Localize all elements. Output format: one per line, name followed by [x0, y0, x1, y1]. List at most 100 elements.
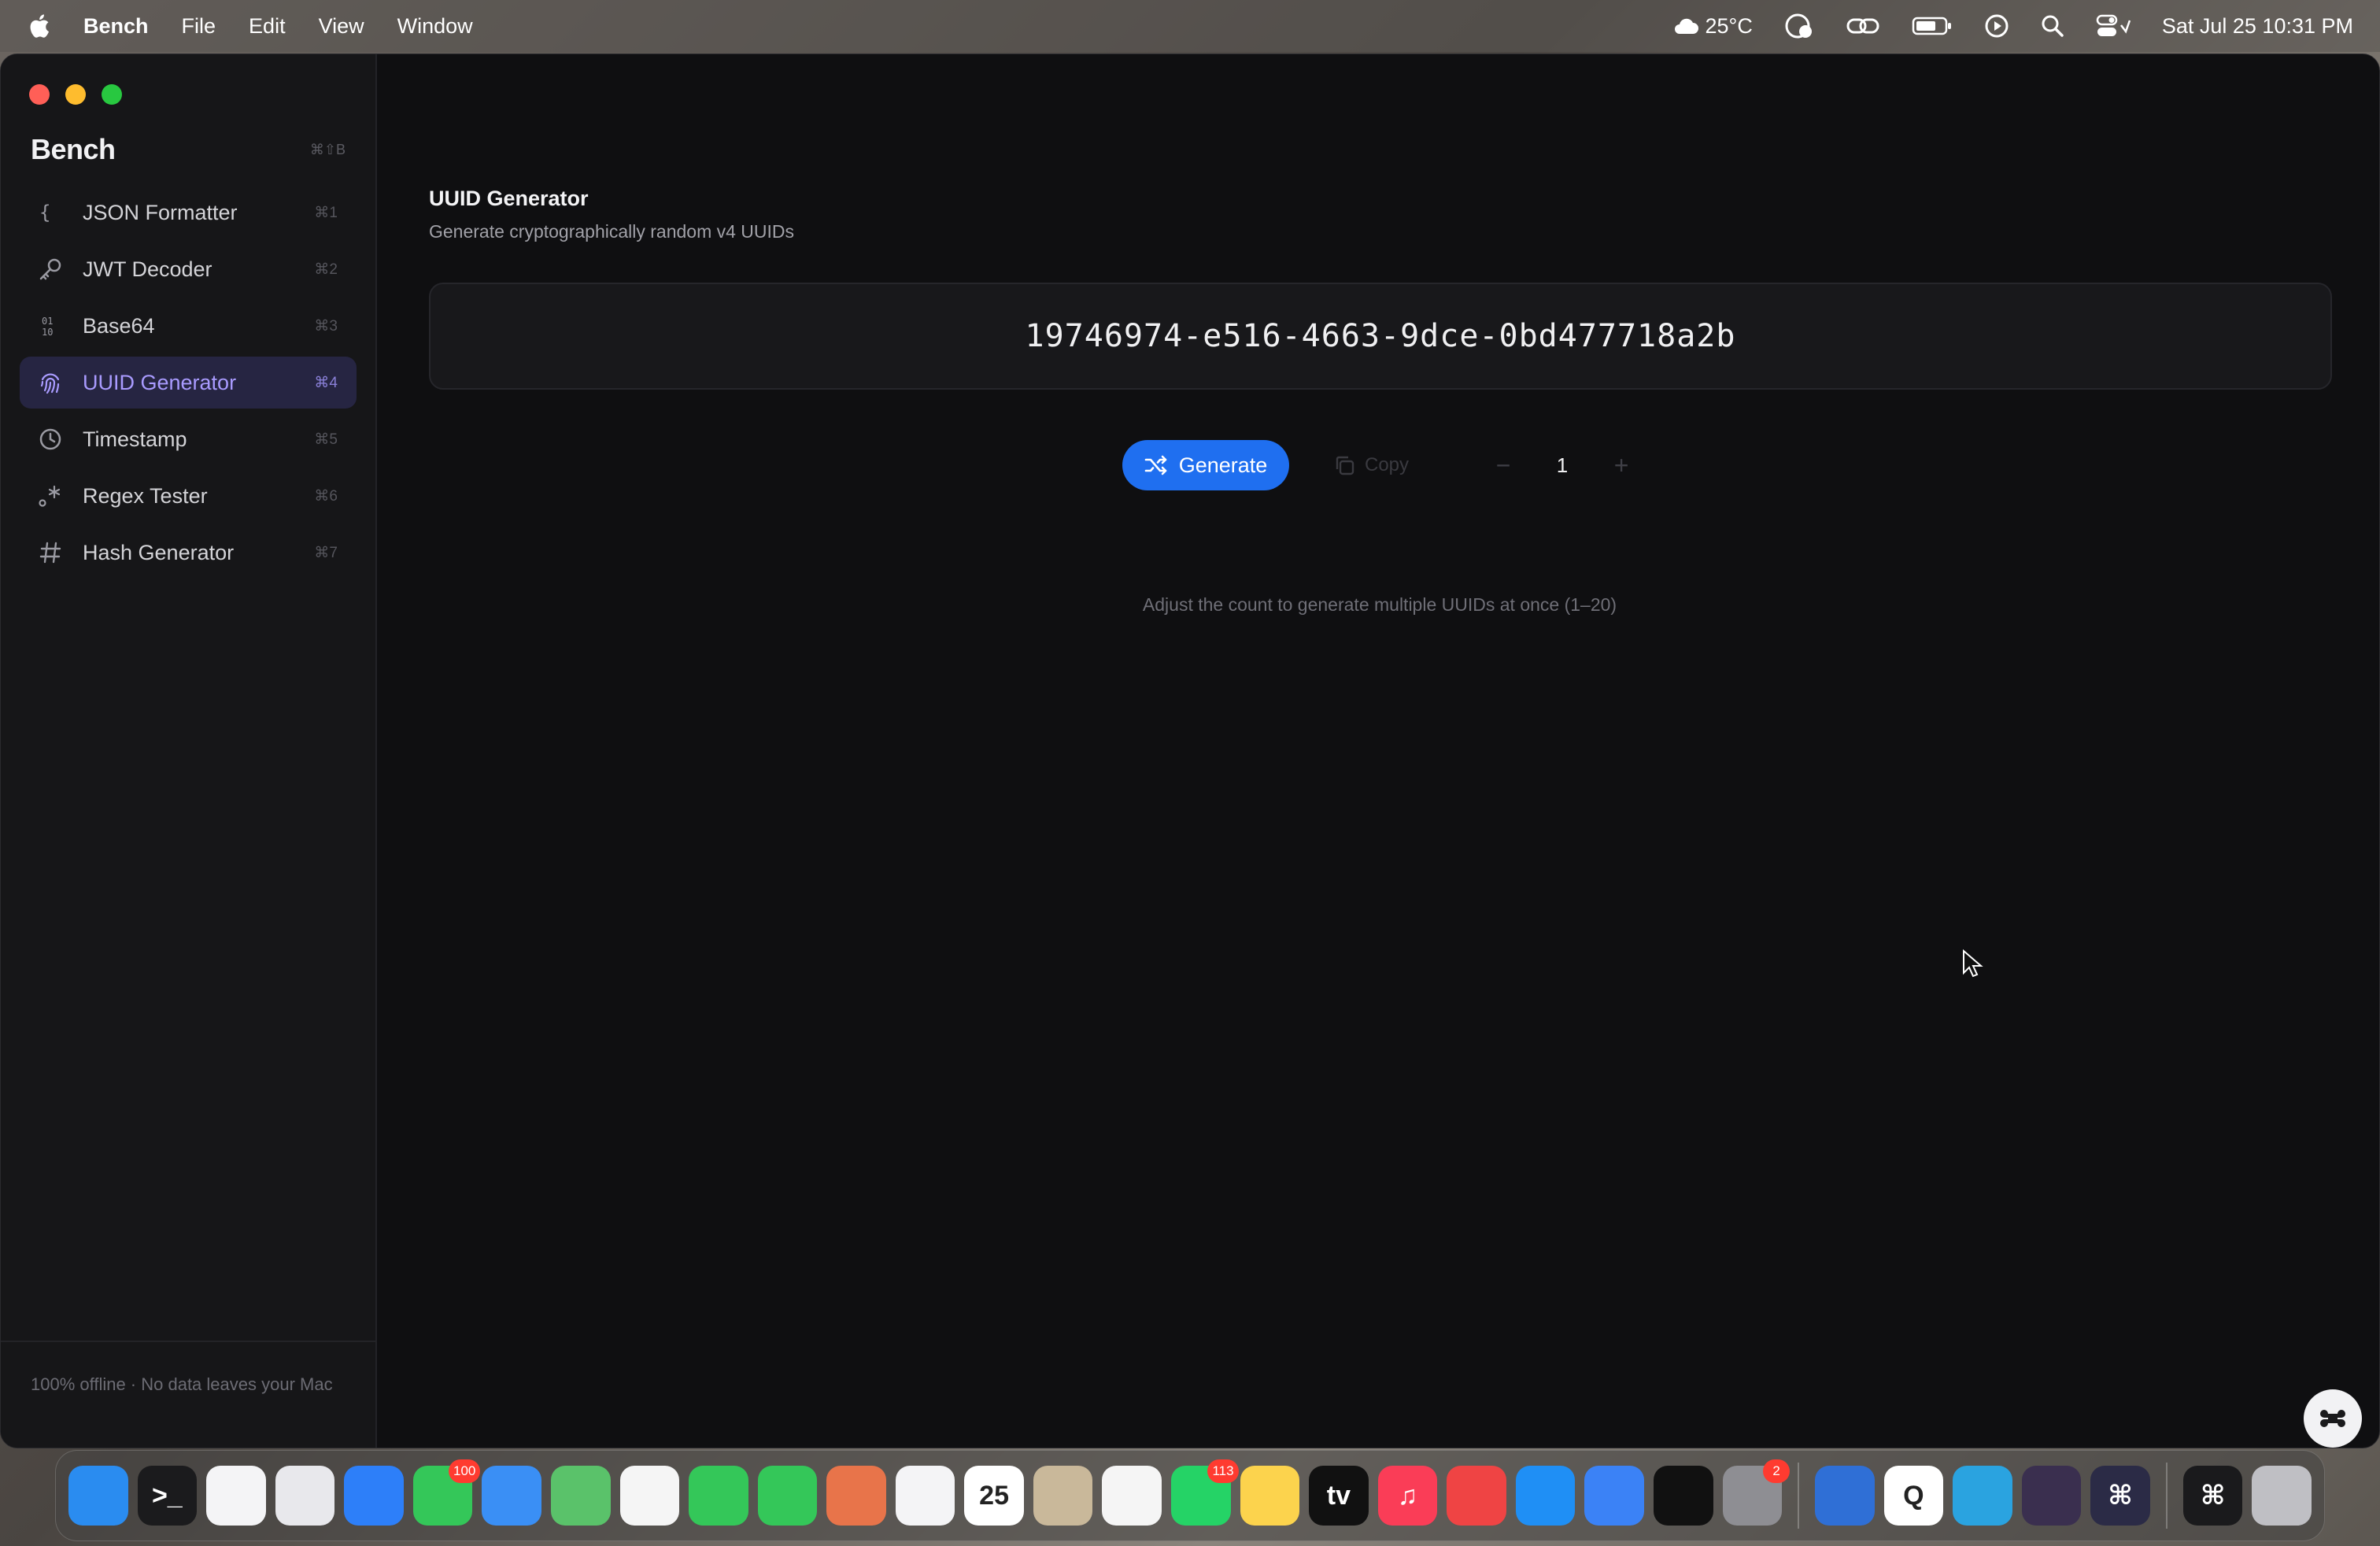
menu-edit[interactable]: Edit — [249, 14, 286, 39]
vpn-icon[interactable] — [1784, 13, 1814, 39]
decrement-button[interactable]: − — [1488, 451, 1519, 480]
messages-icon[interactable]: 100 — [412, 1459, 481, 1526]
window-controls — [29, 84, 138, 105]
dock: >_ 100 25 113 tv ♫ 2 Q ⌘ ⌘ — [55, 1450, 2325, 1541]
menu-window[interactable]: Window — [397, 14, 473, 39]
sidebar-toggle-shortcut: ⌘⇧B — [309, 141, 346, 157]
weather-status[interactable]: 25°C — [1672, 14, 1753, 39]
spotlight-icon[interactable] — [2041, 14, 2064, 38]
sidebar-item-uuid-generator[interactable]: UUID Generator ⌘4 — [20, 357, 357, 409]
app-window: Bench ⌘⇧B { } JSON Formatter ⌘1 JWT Deco… — [0, 54, 2380, 1448]
dock-app-glyph: >_ — [151, 1480, 183, 1511]
cloud-icon — [1674, 18, 1698, 34]
menu-bar: Bench File Edit View Window 25°C Sat Jul… — [0, 0, 2380, 52]
mail-icon[interactable] — [482, 1466, 541, 1526]
close-window-button[interactable] — [29, 84, 50, 105]
sidebar: Bench ⌘⇧B { } JSON Formatter ⌘1 JWT Deco… — [1, 54, 377, 1448]
docker-icon[interactable] — [1815, 1466, 1875, 1526]
appstore-icon[interactable] — [1515, 1466, 1576, 1526]
generate-button[interactable]: Generate — [1122, 440, 1289, 490]
play-icon[interactable] — [1984, 13, 2009, 39]
reminders-icon[interactable] — [1102, 1466, 1162, 1526]
sidebar-item-label: JSON Formatter — [83, 200, 238, 224]
sidebar-item-label: Base64 — [83, 313, 155, 338]
sidebar-item-base64[interactable]: 01 10 Base64 ⌘3 — [20, 300, 357, 352]
dock-app-glyph: ⌘ — [2108, 1481, 2133, 1511]
sidebar-item-hash-generator[interactable]: Hash Generator ⌘7 — [20, 527, 357, 579]
game-icon[interactable] — [2021, 1466, 2082, 1526]
uuid-output[interactable]: 19746974-e516-4663-9dce-0bd477718a2b — [429, 283, 2332, 390]
menu-clock[interactable]: Sat Jul 25 10:31 PM — [2162, 14, 2353, 39]
trash-icon[interactable] — [2252, 1466, 2312, 1526]
menu-app-name[interactable]: Bench — [83, 14, 149, 39]
control-center-icon[interactable] — [2096, 14, 2131, 38]
weather-temp: 25°C — [1705, 13, 1753, 38]
spotify-icon[interactable] — [1653, 1466, 1713, 1526]
svg-text:{ }: { } — [39, 202, 63, 224]
copy-label: Copy — [1365, 454, 1410, 475]
bench-app-icon[interactable]: ⌘ — [2182, 1466, 2243, 1526]
menu-view[interactable]: View — [319, 14, 364, 39]
dock-app-glyph: ⌘ — [2200, 1481, 2226, 1511]
maps-icon[interactable] — [550, 1466, 611, 1526]
controls-row: Generate Copy − 1 + — [1122, 440, 1637, 490]
chrome-icon[interactable] — [895, 1466, 955, 1526]
contacts-icon[interactable] — [1033, 1466, 1093, 1526]
safari-icon[interactable] — [344, 1466, 404, 1526]
sidebar-item-label: UUID Generator — [83, 370, 237, 394]
braces-icon: { } — [37, 199, 64, 226]
command-icon[interactable]: ⌘ — [2090, 1466, 2150, 1526]
page-title: UUID Generator — [429, 187, 589, 210]
app-title: Bench — [31, 133, 116, 165]
whatsapp-icon[interactable]: 113 — [1171, 1459, 1239, 1526]
dock-badge: 100 — [449, 1459, 481, 1483]
copy-button[interactable]: Copy — [1333, 454, 1409, 476]
sidebar-item-shortcut: ⌘3 — [314, 317, 338, 335]
sidebar-nav: { } JSON Formatter ⌘1 JWT Decoder ⌘2 011… — [20, 187, 357, 583]
count-input[interactable]: 1 — [1519, 453, 1606, 478]
shuffle-icon — [1144, 455, 1167, 475]
sidebar-item-regex-tester[interactable]: Regex Tester ⌘6 — [20, 470, 357, 522]
telegram-icon[interactable] — [1953, 1466, 2012, 1526]
sidebar-item-shortcut: ⌘4 — [314, 374, 338, 391]
finder-icon[interactable] — [68, 1466, 128, 1526]
menu-file[interactable]: File — [182, 14, 216, 39]
appletv-icon[interactable]: tv — [1309, 1466, 1369, 1526]
floating-command-button[interactable] — [2304, 1389, 2362, 1448]
sidebar-item-label: JWT Decoder — [83, 257, 213, 281]
notes-icon[interactable] — [1240, 1466, 1300, 1526]
copy-icon — [1336, 456, 1354, 475]
vscode-icon[interactable] — [206, 1466, 266, 1526]
sidebar-header: Bench ⌘⇧B — [31, 133, 346, 166]
mouse-cursor-icon — [1963, 949, 1983, 978]
sidebar-item-json-formatter[interactable]: { } JSON Formatter ⌘1 — [20, 187, 357, 239]
minimize-window-button[interactable] — [65, 84, 86, 105]
quicktime-icon[interactable]: Q — [1883, 1466, 1944, 1526]
phone-icon[interactable] — [757, 1466, 818, 1526]
increment-button[interactable]: + — [1606, 451, 1637, 480]
facetime-icon[interactable] — [689, 1466, 748, 1526]
link-icon[interactable] — [1846, 15, 1880, 37]
rocket-icon[interactable] — [1447, 1466, 1506, 1526]
launchpad-icon[interactable] — [275, 1466, 335, 1526]
apple-icon[interactable] — [27, 13, 50, 39]
calendar-icon[interactable]: 25 — [964, 1466, 1024, 1526]
uuid-value[interactable]: 19746974-e516-4663-9dce-0bd477718a2b — [1026, 318, 1736, 354]
zoom-window-button[interactable] — [102, 84, 122, 105]
count-stepper: − 1 + — [1488, 451, 1637, 480]
dock-separator — [2165, 1463, 2168, 1529]
settings-icon[interactable]: 2 — [1722, 1459, 1791, 1526]
sidebar-item-timestamp[interactable]: Timestamp ⌘5 — [20, 413, 357, 465]
battery-icon[interactable] — [1912, 16, 1953, 36]
photos-icon[interactable] — [619, 1466, 680, 1526]
dock-badge: 113 — [1207, 1459, 1239, 1483]
dock-app-glyph: tv — [1326, 1480, 1351, 1511]
claude-icon[interactable] — [826, 1466, 886, 1526]
terminal-icon[interactable]: >_ — [137, 1466, 198, 1526]
key-icon — [37, 256, 64, 283]
simulator-icon[interactable] — [1584, 1466, 1644, 1526]
binary-icon: 01 10 — [37, 313, 64, 339]
sidebar-item-shortcut: ⌘2 — [314, 261, 338, 278]
music-icon[interactable]: ♫ — [1377, 1466, 1438, 1526]
sidebar-item-jwt-decoder[interactable]: JWT Decoder ⌘2 — [20, 243, 357, 295]
